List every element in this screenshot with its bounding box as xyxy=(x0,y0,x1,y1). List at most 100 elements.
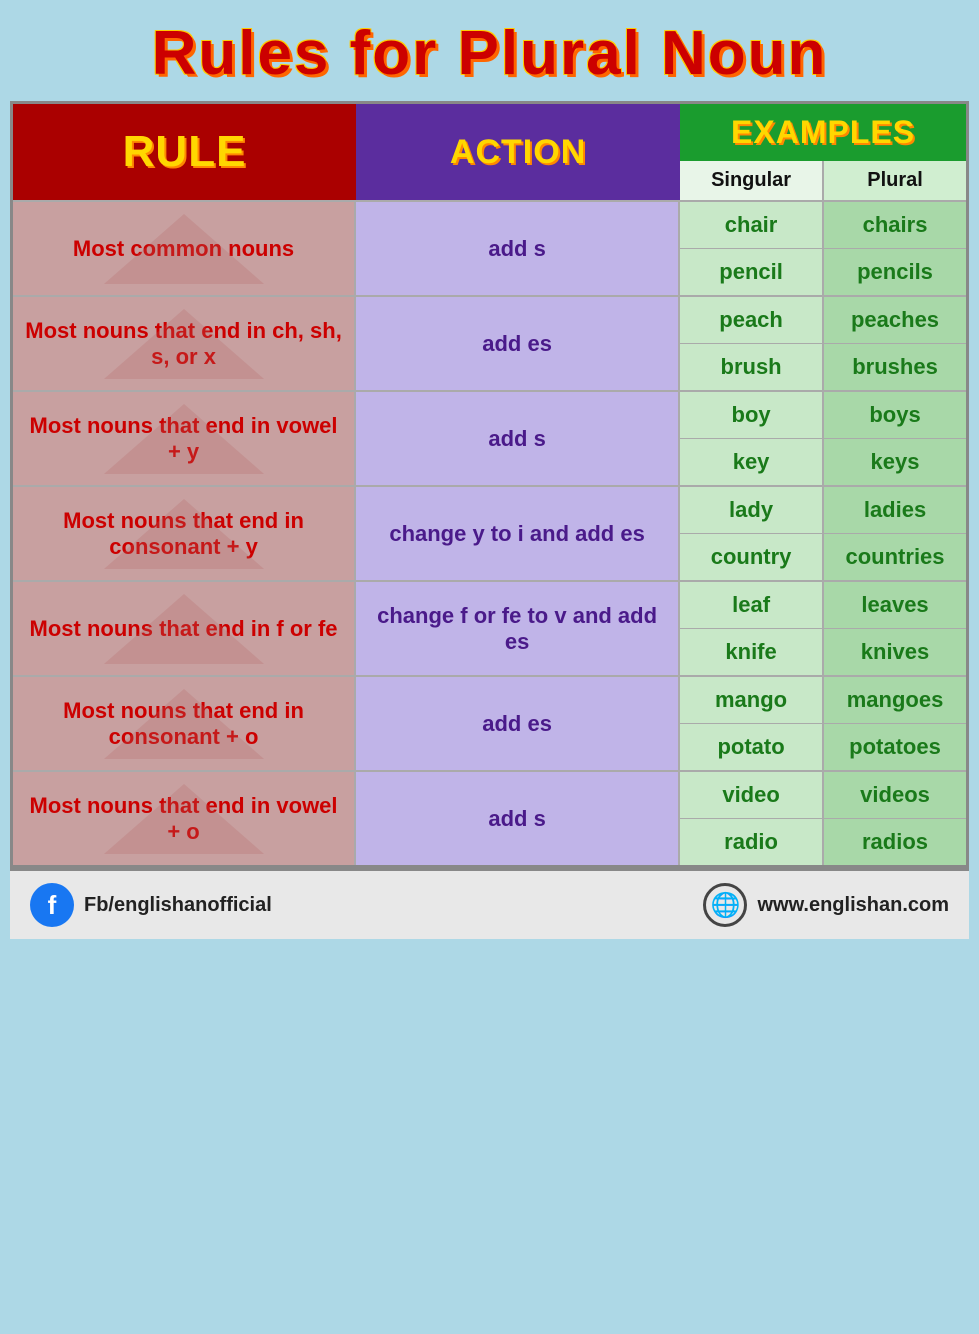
facebook-icon: f xyxy=(30,883,74,927)
rule-cell-6: Most nouns that end in vowel + o xyxy=(13,772,356,865)
examples-cell-3: ladyladiescountrycountries xyxy=(680,487,966,580)
examples-label: EXAMPLES xyxy=(731,114,915,150)
footer-left: f Fb/englishanofficial xyxy=(30,883,272,927)
example-pair-0-0: chairchairs xyxy=(680,202,966,248)
globe-icon: 🌐 xyxy=(703,883,747,927)
rule-cell-4: Most nouns that end in f or fe xyxy=(13,582,356,675)
singular-2-0: boy xyxy=(680,392,824,438)
action-cell-4: change f or fe to v and add es xyxy=(356,582,680,675)
action-text-2: add s xyxy=(488,426,545,452)
singular-sub-header: Singular xyxy=(680,161,824,200)
plural-0-0: chairs xyxy=(824,202,966,248)
action-header-label: ACTION xyxy=(450,133,586,172)
singular-4-0: leaf xyxy=(680,582,824,628)
rule-text-0: Most common nouns xyxy=(73,236,294,262)
data-row-3: Most nouns that end in consonant + y chan… xyxy=(13,485,966,580)
facebook-label: Fb/englishanofficial xyxy=(84,894,272,917)
example-pair-1-0: peachpeaches xyxy=(680,297,966,343)
plural-4-0: leaves xyxy=(824,582,966,628)
example-pair-2-0: boyboys xyxy=(680,392,966,438)
singular-3-0: lady xyxy=(680,487,824,533)
example-pair-5-0: mangomangoes xyxy=(680,677,966,723)
data-row-6: Most nouns that end in vowel + o add s vid… xyxy=(13,770,966,865)
examples-cell-6: videovideosradioradios xyxy=(680,772,966,865)
plural-sub-header: Plural xyxy=(824,161,966,200)
action-cell-3: change y to i and add es xyxy=(356,487,680,580)
singular-0-0: chair xyxy=(680,202,824,248)
plural-1-1: brushes xyxy=(824,344,966,390)
action-text-5: add es xyxy=(482,711,552,737)
rule-text-3: Most nouns that end in consonant + y xyxy=(23,508,344,560)
examples-cell-1: peachpeachesbrushbrushes xyxy=(680,297,966,390)
rule-cell-3: Most nouns that end in consonant + y xyxy=(13,487,356,580)
plural-2-0: boys xyxy=(824,392,966,438)
examples-cell-5: mangomangoespotatopotatoes xyxy=(680,677,966,770)
plural-0-1: pencils xyxy=(824,249,966,295)
singular-5-1: potato xyxy=(680,724,824,770)
page-title: Rules for Plural Noun xyxy=(152,19,828,88)
plural-5-0: mangoes xyxy=(824,677,966,723)
action-cell-1: add es xyxy=(356,297,680,390)
website-label: www.englishan.com xyxy=(757,894,949,917)
plural-6-0: videos xyxy=(824,772,966,818)
singular-6-1: radio xyxy=(680,819,824,865)
example-pair-6-1: radioradios xyxy=(680,818,966,865)
examples-cell-0: chairchairspencilpencils xyxy=(680,202,966,295)
footer: f Fb/englishanofficial 🌐 www.englishan.c… xyxy=(10,868,969,939)
examples-top-label: EXAMPLES xyxy=(680,104,966,161)
action-cell-6: add s xyxy=(356,772,680,865)
example-pair-3-1: countrycountries xyxy=(680,533,966,580)
example-pair-4-1: knifeknives xyxy=(680,628,966,675)
singular-label: Singular xyxy=(711,169,791,192)
action-cell-0: add s xyxy=(356,202,680,295)
singular-3-1: country xyxy=(680,534,824,580)
rule-text-1: Most nouns that end in ch, sh, s, or x xyxy=(23,318,344,370)
examples-cell-4: leafleavesknifeknives xyxy=(680,582,966,675)
action-text-0: add s xyxy=(488,236,545,262)
plural-label: Plural xyxy=(867,169,923,192)
rule-header-cell: RULE xyxy=(13,104,356,200)
plural-2-1: keys xyxy=(824,439,966,485)
rule-text-5: Most nouns that end in consonant + o xyxy=(23,698,344,750)
singular-1-1: brush xyxy=(680,344,824,390)
singular-2-1: key xyxy=(680,439,824,485)
example-pair-6-0: videovideos xyxy=(680,772,966,818)
rule-text-4: Most nouns that end in f or fe xyxy=(30,616,338,642)
rule-header-label: RULE xyxy=(123,127,247,177)
rule-text-6: Most nouns that end in vowel + o xyxy=(23,793,344,845)
header-row: RULE ACTION EXAMPLES Singular Plural xyxy=(13,104,966,200)
data-row-4: Most nouns that end in f or fe change f o… xyxy=(13,580,966,675)
action-text-3: change y to i and add es xyxy=(389,521,645,547)
plural-6-1: radios xyxy=(824,819,966,865)
rule-cell-0: Most common nouns xyxy=(13,202,356,295)
example-pair-3-0: ladyladies xyxy=(680,487,966,533)
plural-3-0: ladies xyxy=(824,487,966,533)
table-wrapper: RULE ACTION EXAMPLES Singular Plural Mos… xyxy=(10,101,969,868)
title-bar: Rules for Plural Noun xyxy=(0,0,979,101)
rule-cell-2: Most nouns that end in vowel + y xyxy=(13,392,356,485)
plural-5-1: potatoes xyxy=(824,724,966,770)
plural-1-0: peaches xyxy=(824,297,966,343)
example-pair-2-1: keykeys xyxy=(680,438,966,485)
rule-cell-5: Most nouns that end in consonant + o xyxy=(13,677,356,770)
singular-5-0: mango xyxy=(680,677,824,723)
data-row-1: Most nouns that end in ch, sh, s, or x ad… xyxy=(13,295,966,390)
example-pair-1-1: brushbrushes xyxy=(680,343,966,390)
rule-text-2: Most nouns that end in vowel + y xyxy=(23,413,344,465)
action-text-1: add es xyxy=(482,331,552,357)
action-cell-5: add es xyxy=(356,677,680,770)
action-cell-2: add s xyxy=(356,392,680,485)
singular-1-0: peach xyxy=(680,297,824,343)
rule-cell-1: Most nouns that end in ch, sh, s, or x xyxy=(13,297,356,390)
examples-header-cell: EXAMPLES Singular Plural xyxy=(680,104,966,200)
examples-cell-2: boyboyskeykeys xyxy=(680,392,966,485)
examples-sub-header: Singular Plural xyxy=(680,161,966,200)
example-pair-0-1: pencilpencils xyxy=(680,248,966,295)
singular-4-1: knife xyxy=(680,629,824,675)
action-text-4: change f or fe to v and add es xyxy=(366,603,668,655)
plural-3-1: countries xyxy=(824,534,966,580)
data-row-0: Most common nouns add s chairchairspencilp… xyxy=(13,200,966,295)
action-text-6: add s xyxy=(488,806,545,832)
action-header-cell: ACTION xyxy=(356,104,680,200)
data-row-5: Most nouns that end in consonant + o add … xyxy=(13,675,966,770)
